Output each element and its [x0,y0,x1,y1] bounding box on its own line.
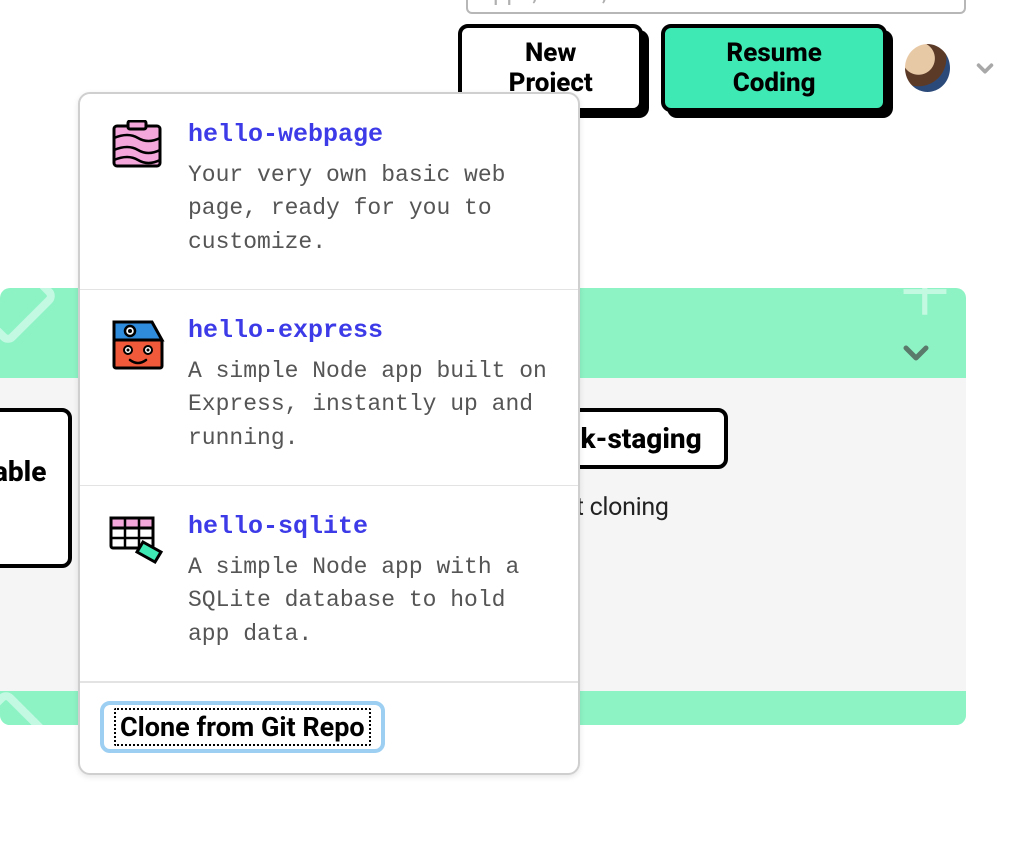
template-item-hello-express[interactable]: hello-express A simple Node app built on… [80,290,578,486]
clone-label: Clone from Git Repo [114,708,371,746]
resume-coding-label: Resume Coding [726,38,821,98]
express-icon [106,316,168,372]
template-title: hello-express [188,316,552,345]
clone-from-git-button[interactable]: Clone from Git Repo [100,701,385,753]
template-description: A simple Node app built on Express, inst… [188,355,552,455]
popover-footer: Clone from Git Repo [80,682,578,773]
template-item-hello-webpage[interactable]: hello-webpage Your very own basic web pa… [80,94,578,290]
new-project-popover: hello-webpage Your very own basic web pa… [78,92,580,775]
chevron-down-icon[interactable] [896,338,936,368]
chevron-down-icon[interactable] [974,57,996,79]
webpage-icon [106,120,168,176]
project-name: airtable a7on5 [0,408,72,568]
template-description: A simple Node app with a SQLite database… [188,551,552,651]
new-project-label: New Project [509,38,593,98]
template-item-hello-sqlite[interactable]: hello-sqlite A simple Node app with a SQ… [80,486,578,682]
template-title: hello-webpage [188,120,552,149]
sqlite-icon [106,512,168,568]
avatar[interactable] [905,44,950,92]
template-title: hello-sqlite [188,512,552,541]
template-description: Your very own basic web page, ready for … [188,159,552,259]
resume-coding-button[interactable]: Resume Coding [661,24,887,112]
